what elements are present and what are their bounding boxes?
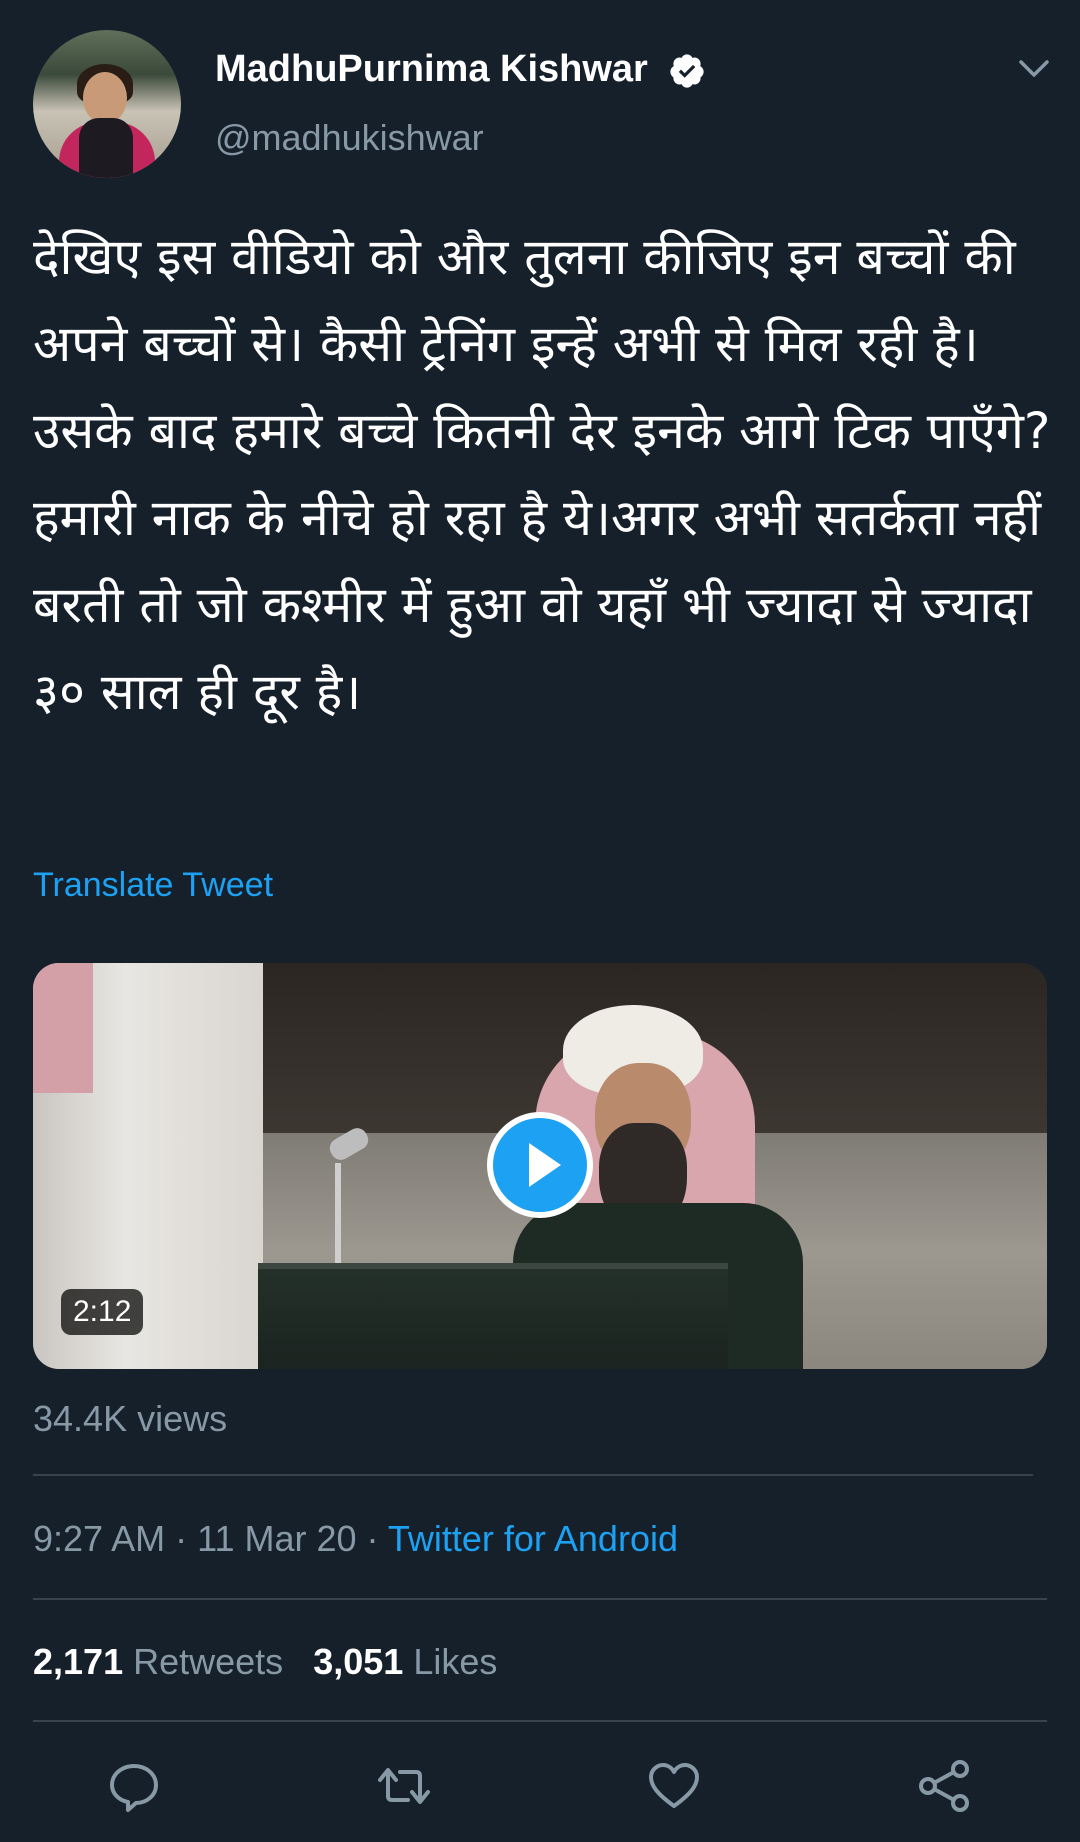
retweets-count: 2,171 [33, 1641, 124, 1682]
likes-label: Likes [413, 1641, 498, 1682]
divider [33, 1598, 1047, 1600]
avatar-scarf [79, 118, 133, 178]
tweet-date: 11 Mar 20 [197, 1518, 357, 1559]
share-icon [919, 1760, 969, 1812]
user-handle[interactable]: @madhukishwar [215, 117, 484, 159]
translate-tweet-link[interactable]: Translate Tweet [33, 866, 273, 905]
tweet-source-link[interactable]: Twitter for Android [388, 1518, 678, 1559]
retweets-label: Retweets [133, 1641, 284, 1682]
retweet-button[interactable] [376, 1758, 432, 1814]
video-mic-stand [335, 1163, 341, 1273]
avatar[interactable] [33, 30, 181, 178]
video-podium [258, 1263, 728, 1369]
view-count: 34.4K views [33, 1398, 228, 1439]
meta-separator: · [165, 1518, 198, 1559]
display-name[interactable]: MadhuPurnima Kishwar [215, 48, 648, 91]
meta-separator: · [356, 1518, 388, 1559]
reply-icon [110, 1764, 158, 1812]
likes-count: 3,051 [313, 1641, 404, 1682]
reply-button[interactable] [106, 1758, 162, 1814]
action-bar [0, 1758, 1080, 1818]
verified-badge-icon [670, 54, 704, 88]
tweet-time: 9:27 AM [33, 1518, 166, 1559]
like-button[interactable] [646, 1758, 702, 1814]
divider [33, 1720, 1047, 1722]
engagement-stats: 2,171 Retweets 3,051 Likes [33, 1641, 497, 1683]
likes-stat[interactable]: 3,051 Likes [313, 1641, 497, 1682]
chevron-down-icon[interactable] [1018, 56, 1050, 82]
retweets-stat[interactable]: 2,171 Retweets [33, 1641, 283, 1682]
tweet-meta: 9:27 AM · 11 Mar 20 · Twitter for Androi… [33, 1518, 678, 1560]
divider [33, 1474, 1033, 1476]
video-curtain-accent [33, 963, 93, 1093]
video-duration-badge: 2:12 [61, 1289, 144, 1335]
retweet-icon [378, 1768, 430, 1804]
tweet-text: देखिए इस वीडियो को और तुलना कीजिए इन बच्… [33, 228, 1067, 721]
play-icon[interactable] [485, 1110, 595, 1220]
avatar-face [83, 72, 127, 124]
heart-icon [649, 1763, 699, 1808]
video-player[interactable]: 2:12 [33, 963, 1047, 1369]
share-button[interactable] [916, 1758, 972, 1814]
